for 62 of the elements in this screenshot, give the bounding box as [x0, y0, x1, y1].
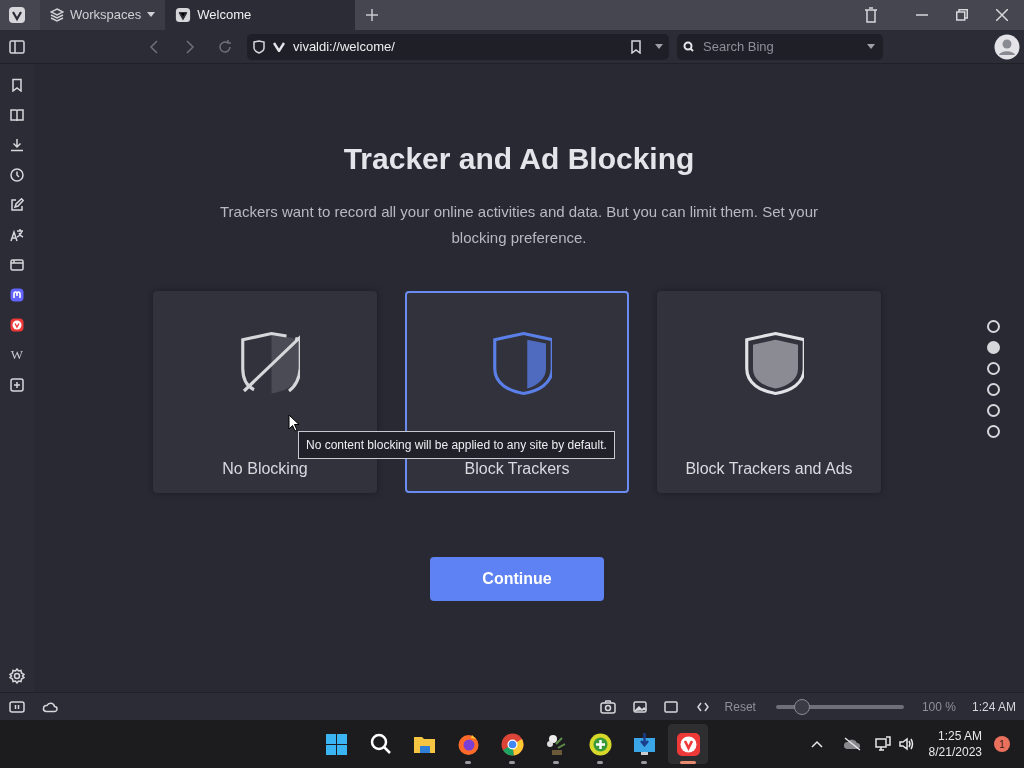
caret-icon [147, 12, 156, 18]
slider-thumb[interactable] [793, 698, 810, 715]
forward-icon[interactable] [185, 39, 195, 54]
caret-icon[interactable] [867, 43, 875, 50]
chrome-ball-icon [499, 731, 525, 757]
shield-icon [253, 39, 265, 54]
monitor-download-icon [631, 731, 657, 757]
taskbar-button[interactable] [668, 724, 708, 764]
search-field[interactable]: Search Bing [677, 33, 883, 60]
panel-toggle-icon[interactable] [9, 700, 25, 713]
tray-date: 8/21/2023 [928, 744, 982, 760]
trash-icon[interactable] [864, 7, 878, 23]
workspaces-button[interactable]: Workspaces [40, 0, 166, 30]
download-icon[interactable] [10, 138, 24, 152]
caret-icon[interactable] [655, 43, 663, 50]
close-icon[interactable] [996, 9, 1008, 21]
option-card[interactable]: Block Trackers and Ads [657, 291, 881, 493]
tray-time: 1:25 AM [937, 728, 982, 744]
tooltip: No content blocking will be applied to any site by default. [298, 431, 615, 459]
add-panel-icon[interactable] [10, 378, 24, 392]
translate-icon[interactable] [10, 228, 24, 242]
avatar-icon[interactable] [994, 33, 1020, 60]
page-title: Tracker and Ad Blocking [343, 141, 695, 177]
image-icon[interactable] [632, 700, 647, 713]
status-clock: 1:24 AM [971, 698, 1016, 716]
cloud-off-icon[interactable] [842, 737, 861, 751]
clock-icon[interactable] [10, 168, 24, 182]
option-label: No Blocking [222, 459, 308, 479]
speaker-icon[interactable] [898, 737, 915, 751]
settings-icon[interactable] [9, 668, 25, 684]
tab[interactable]: Welcome [165, 0, 356, 30]
mouse-cursor-icon [288, 414, 300, 432]
bookmark-icon[interactable] [10, 78, 24, 92]
layers-icon [50, 8, 64, 22]
wiki-icon[interactable]: W [10, 348, 24, 362]
option-label: Block Trackers [464, 459, 570, 479]
continue-button[interactable]: Continue [430, 557, 604, 601]
mastodon-icon[interactable] [10, 288, 24, 302]
new-tab-icon[interactable] [365, 8, 380, 22]
cloud-icon[interactable] [42, 700, 58, 713]
windows-logo-icon [323, 731, 349, 757]
vivaldi-v-icon [273, 41, 285, 52]
reset-button[interactable]: Reset [724, 697, 756, 716]
bookmark-icon[interactable] [631, 39, 641, 54]
browser-window-icon[interactable] [10, 258, 24, 272]
code-icon[interactable] [696, 701, 709, 712]
book-icon[interactable] [10, 108, 24, 122]
plus-circle-icon [587, 731, 613, 757]
page-frame-icon[interactable] [663, 700, 678, 713]
address-field[interactable]: vivaldi://welcome/ [247, 33, 669, 60]
network-icon[interactable] [874, 736, 891, 752]
option-label: Block Trackers and Ads [685, 459, 853, 479]
restore-icon[interactable] [956, 9, 968, 21]
camera-icon[interactable] [599, 699, 616, 714]
back-icon[interactable] [149, 39, 159, 54]
pencil-note-icon[interactable] [10, 198, 24, 212]
chevron-up-icon[interactable] [810, 740, 823, 748]
zoom-level: 100 % [921, 698, 956, 716]
panel-toggle-icon[interactable] [9, 39, 25, 54]
reload-icon[interactable] [217, 38, 233, 55]
page-description: Trackers want to record all your online activities and data. But you can limit them. Set your blocking preference. [218, 202, 820, 248]
notification-badge[interactable]: 1 [994, 736, 1010, 752]
